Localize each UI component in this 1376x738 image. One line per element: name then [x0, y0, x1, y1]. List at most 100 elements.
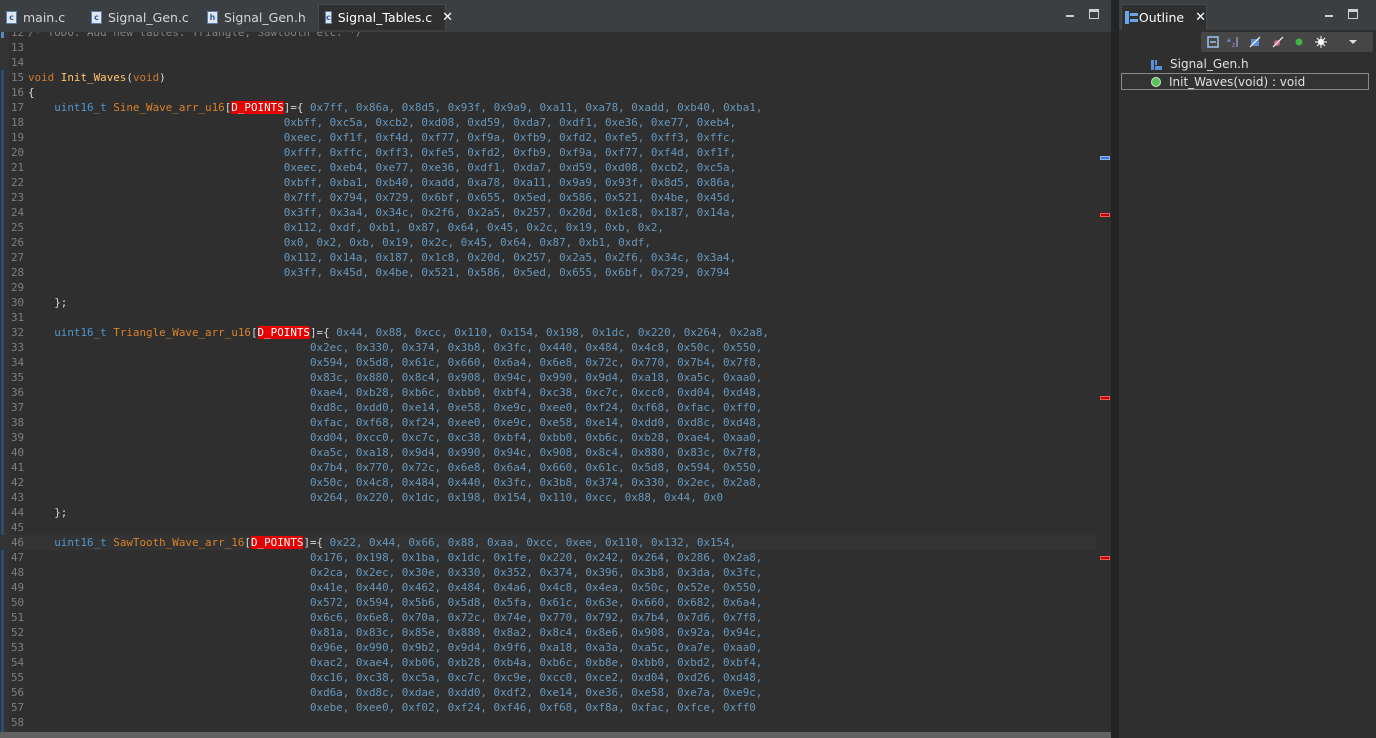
code-line[interactable]: 13 — [0, 40, 1096, 55]
code-line[interactable]: 17 uint16_t Sine_Wave_arr_u16[D_POINTS]=… — [0, 100, 1096, 115]
error-marker[interactable] — [1100, 213, 1110, 217]
code-line[interactable]: 53 0x96e, 0x990, 0x9b2, 0x9d4, 0x9f6, 0x… — [0, 640, 1096, 655]
maximize-icon[interactable] — [1348, 9, 1358, 19]
code-line[interactable]: 27 0x112, 0x14a, 0x187, 0x1c8, 0x20d, 0x… — [0, 250, 1096, 265]
line-code: 0x2ca, 0x2ec, 0x30e, 0x330, 0x352, 0x374… — [28, 566, 762, 579]
code-line[interactable]: 38 0xfac, 0xf68, 0xf24, 0xee0, 0xe9c, 0x… — [0, 415, 1096, 430]
line-number: 17 — [11, 101, 25, 114]
code-line[interactable]: 35 0x83c, 0x880, 0x8c4, 0x908, 0x94c, 0x… — [0, 370, 1096, 385]
close-icon[interactable]: ✕ — [1195, 10, 1206, 25]
code-line[interactable]: 55 0xc16, 0xc38, 0xc5a, 0xc7c, 0xc9e, 0x… — [0, 670, 1096, 685]
tab-signal-gen-h[interactable]: h Signal_Gen.h — [201, 4, 313, 30]
code-line[interactable]: 22 0xbff, 0xba1, 0xb40, 0xadd, 0xa78, 0x… — [0, 175, 1096, 190]
code-line[interactable]: 57 0xebe, 0xee0, 0xf02, 0xf24, 0xf46, 0x… — [0, 700, 1096, 715]
group-includes-icon[interactable] — [1315, 36, 1327, 48]
code-line[interactable]: 44 }; — [0, 505, 1096, 520]
code-line[interactable]: 37 0xd8c, 0xdd0, 0xe14, 0xe58, 0xe9c, 0x… — [0, 400, 1096, 415]
code-line[interactable]: 50 0x572, 0x594, 0x5b6, 0x5d8, 0x5fa, 0x… — [0, 595, 1096, 610]
hex-values: 0xc16, 0xc38, 0xc5a, 0xc7c, 0xc9e, 0xcc0… — [309, 671, 763, 684]
punctuation — [28, 176, 284, 189]
code-line[interactable]: 45 — [0, 520, 1096, 535]
code-line[interactable]: 34 0x594, 0x5d8, 0x61c, 0x660, 0x6a4, 0x… — [0, 355, 1096, 370]
code-editor[interactable]: 12/* TODO: Add new tables: Triangle, Saw… — [0, 32, 1096, 732]
outline-item-signal-gen-h[interactable]: Signal_Gen.h — [1121, 55, 1369, 72]
line-code: }; — [28, 506, 67, 519]
code-line[interactable]: 56 0xd6a, 0xd8c, 0xdae, 0xdd0, 0xdf2, 0x… — [0, 685, 1096, 700]
code-line[interactable]: 28 0x3ff, 0x45d, 0x4be, 0x521, 0x586, 0x… — [0, 265, 1096, 280]
close-icon[interactable]: ✕ — [442, 10, 453, 25]
code-line[interactable]: 18 0xbff, 0xc5a, 0xcb2, 0xd08, 0xd59, 0x… — [0, 115, 1096, 130]
collapse-all-icon[interactable] — [1207, 36, 1219, 48]
hex-values: 0x2ec, 0x330, 0x374, 0x3b8, 0x3fc, 0x440… — [309, 341, 763, 354]
punctuation — [28, 656, 310, 669]
tab-main-c[interactable]: c main.c — [0, 4, 80, 30]
tab-outline[interactable]: Outline ✕ — [1121, 4, 1207, 30]
code-line[interactable]: 23 0x7ff, 0x794, 0x729, 0x6bf, 0x655, 0x… — [0, 190, 1096, 205]
code-line[interactable]: 33 0x2ec, 0x330, 0x374, 0x3b8, 0x3fc, 0x… — [0, 340, 1096, 355]
maximize-icon[interactable] — [1089, 9, 1099, 19]
hex-values: 0xd04, 0xcc0, 0xc7c, 0xc38, 0xbf4, 0xbb0… — [309, 431, 763, 444]
code-line[interactable]: 19 0xeec, 0xf1f, 0xf4d, 0xf77, 0xf9a, 0x… — [0, 130, 1096, 145]
code-line[interactable]: 15 void Init_Waves(void) — [0, 70, 1096, 85]
view-menu-chevron-down-icon[interactable] — [1347, 36, 1359, 48]
code-line[interactable]: 48 0x2ca, 0x2ec, 0x30e, 0x330, 0x352, 0x… — [0, 565, 1096, 580]
code-line[interactable]: 39 0xd04, 0xcc0, 0xc7c, 0xc38, 0xbf4, 0x… — [0, 430, 1096, 445]
bookmark-marker[interactable] — [1100, 156, 1110, 160]
code-line[interactable]: 24 0x3ff, 0x3a4, 0x34c, 0x2f6, 0x2a5, 0x… — [0, 205, 1096, 220]
code-line[interactable]: 41 0x7b4, 0x770, 0x72c, 0x6e8, 0x6a4, 0x… — [0, 460, 1096, 475]
line-code: void Init_Waves(void) — [28, 71, 166, 84]
code-line[interactable]: 21 0xeec, 0xeb4, 0xe77, 0xe36, 0xdf1, 0x… — [0, 160, 1096, 175]
code-line[interactable]: 42 0x50c, 0x4c8, 0x484, 0x440, 0x3fc, 0x… — [0, 475, 1096, 490]
pane-splitter[interactable] — [1111, 0, 1119, 738]
code-line[interactable]: 47 0x176, 0x198, 0x1ba, 0x1dc, 0x1fe, 0x… — [0, 550, 1096, 565]
code-line[interactable]: 46 uint16_t SawTooth_Wave_arr_16[D_POINT… — [0, 535, 1096, 550]
code-line[interactable]: 54 0xac2, 0xae4, 0xb06, 0xb28, 0xb4a, 0x… — [0, 655, 1096, 670]
sort-icon[interactable]: a z — [1227, 36, 1239, 48]
code-line[interactable]: 32 uint16_t Triangle_Wave_arr_u16[D_POIN… — [0, 325, 1096, 340]
code-line[interactable]: 20 0xfff, 0xffc, 0xff3, 0xfe5, 0xfd2, 0x… — [0, 145, 1096, 160]
punctuation: ]={ — [310, 326, 337, 339]
code-line[interactable]: 51 0x6c6, 0x6e8, 0x70a, 0x72c, 0x74e, 0x… — [0, 610, 1096, 625]
code-line[interactable]: 14 — [0, 55, 1096, 70]
code-line[interactable]: 16{ — [0, 85, 1096, 100]
punctuation — [28, 461, 310, 474]
code-line[interactable]: 40 0xa5c, 0xa18, 0x9d4, 0x990, 0x94c, 0x… — [0, 445, 1096, 460]
line-number: 33 — [11, 341, 25, 354]
line-code: 0xd8c, 0xdd0, 0xe14, 0xe58, 0xe9c, 0xee0… — [28, 401, 762, 414]
tab-signal-gen-c[interactable]: c Signal_Gen.c — [85, 4, 195, 30]
hex-values: 0xac2, 0xae4, 0xb06, 0xb28, 0xb4a, 0xb6c… — [309, 656, 763, 669]
function-name: Init_Waves — [60, 71, 127, 84]
line-code: 0x3ff, 0x45d, 0x4be, 0x521, 0x586, 0x5ed… — [28, 266, 730, 279]
hide-static-icon[interactable] — [1272, 36, 1284, 48]
hide-non-public-icon[interactable] — [1293, 36, 1305, 48]
code-line[interactable]: 49 0x41e, 0x440, 0x462, 0x484, 0x4a6, 0x… — [0, 580, 1096, 595]
code-line[interactable]: 58 — [0, 715, 1096, 730]
code-line[interactable]: 52 0x81a, 0x83c, 0x85e, 0x880, 0x8a2, 0x… — [0, 625, 1096, 640]
minimize-icon[interactable] — [1066, 9, 1074, 17]
overview-ruler[interactable] — [1096, 32, 1111, 732]
punctuation — [28, 161, 284, 174]
tab-signal-tables-c[interactable]: c Signal_Tables.c ✕ — [318, 4, 453, 30]
code-line[interactable]: 12/* TODO: Add new tables: Triangle, Saw… — [0, 32, 1096, 40]
outline-item-init-waves[interactable]: Init_Waves(void) : void — [1121, 73, 1369, 90]
code-line[interactable]: 31 — [0, 310, 1096, 325]
line-code: /* TODO: Add new tables: Triangle, Sawto… — [28, 32, 362, 39]
code-line[interactable]: 26 0x0, 0x2, 0xb, 0x19, 0x2c, 0x45, 0x64… — [0, 235, 1096, 250]
comment: /* TODO: Add new tables: Triangle, Sawto… — [28, 32, 363, 39]
line-code: 0x3ff, 0x3a4, 0x34c, 0x2f6, 0x2a5, 0x257… — [28, 206, 736, 219]
code-line[interactable]: 25 0x112, 0xdf, 0xb1, 0x87, 0x64, 0x45, … — [0, 220, 1096, 235]
line-number: 22 — [11, 176, 25, 189]
horizontal-scrollbar[interactable] — [0, 732, 1111, 738]
code-line[interactable]: 30 }; — [0, 295, 1096, 310]
minimize-icon[interactable] — [1325, 9, 1333, 17]
error-marker[interactable] — [1100, 396, 1110, 400]
code-line[interactable]: 36 0xae4, 0xb28, 0xb6c, 0xbb0, 0xbf4, 0x… — [0, 385, 1096, 400]
line-number: 45 — [11, 521, 25, 534]
code-line[interactable]: 29 — [0, 280, 1096, 295]
error-marker[interactable] — [1100, 556, 1110, 560]
code-line[interactable]: 43 0x264, 0x220, 0x1dc, 0x198, 0x154, 0x… — [0, 490, 1096, 505]
hex-values: 0x572, 0x594, 0x5b6, 0x5d8, 0x5fa, 0x61c… — [309, 596, 763, 609]
hide-fields-icon[interactable] — [1249, 36, 1261, 48]
line-number: 58 — [11, 716, 25, 729]
horizontal-scroll-thumb[interactable] — [0, 732, 1111, 738]
